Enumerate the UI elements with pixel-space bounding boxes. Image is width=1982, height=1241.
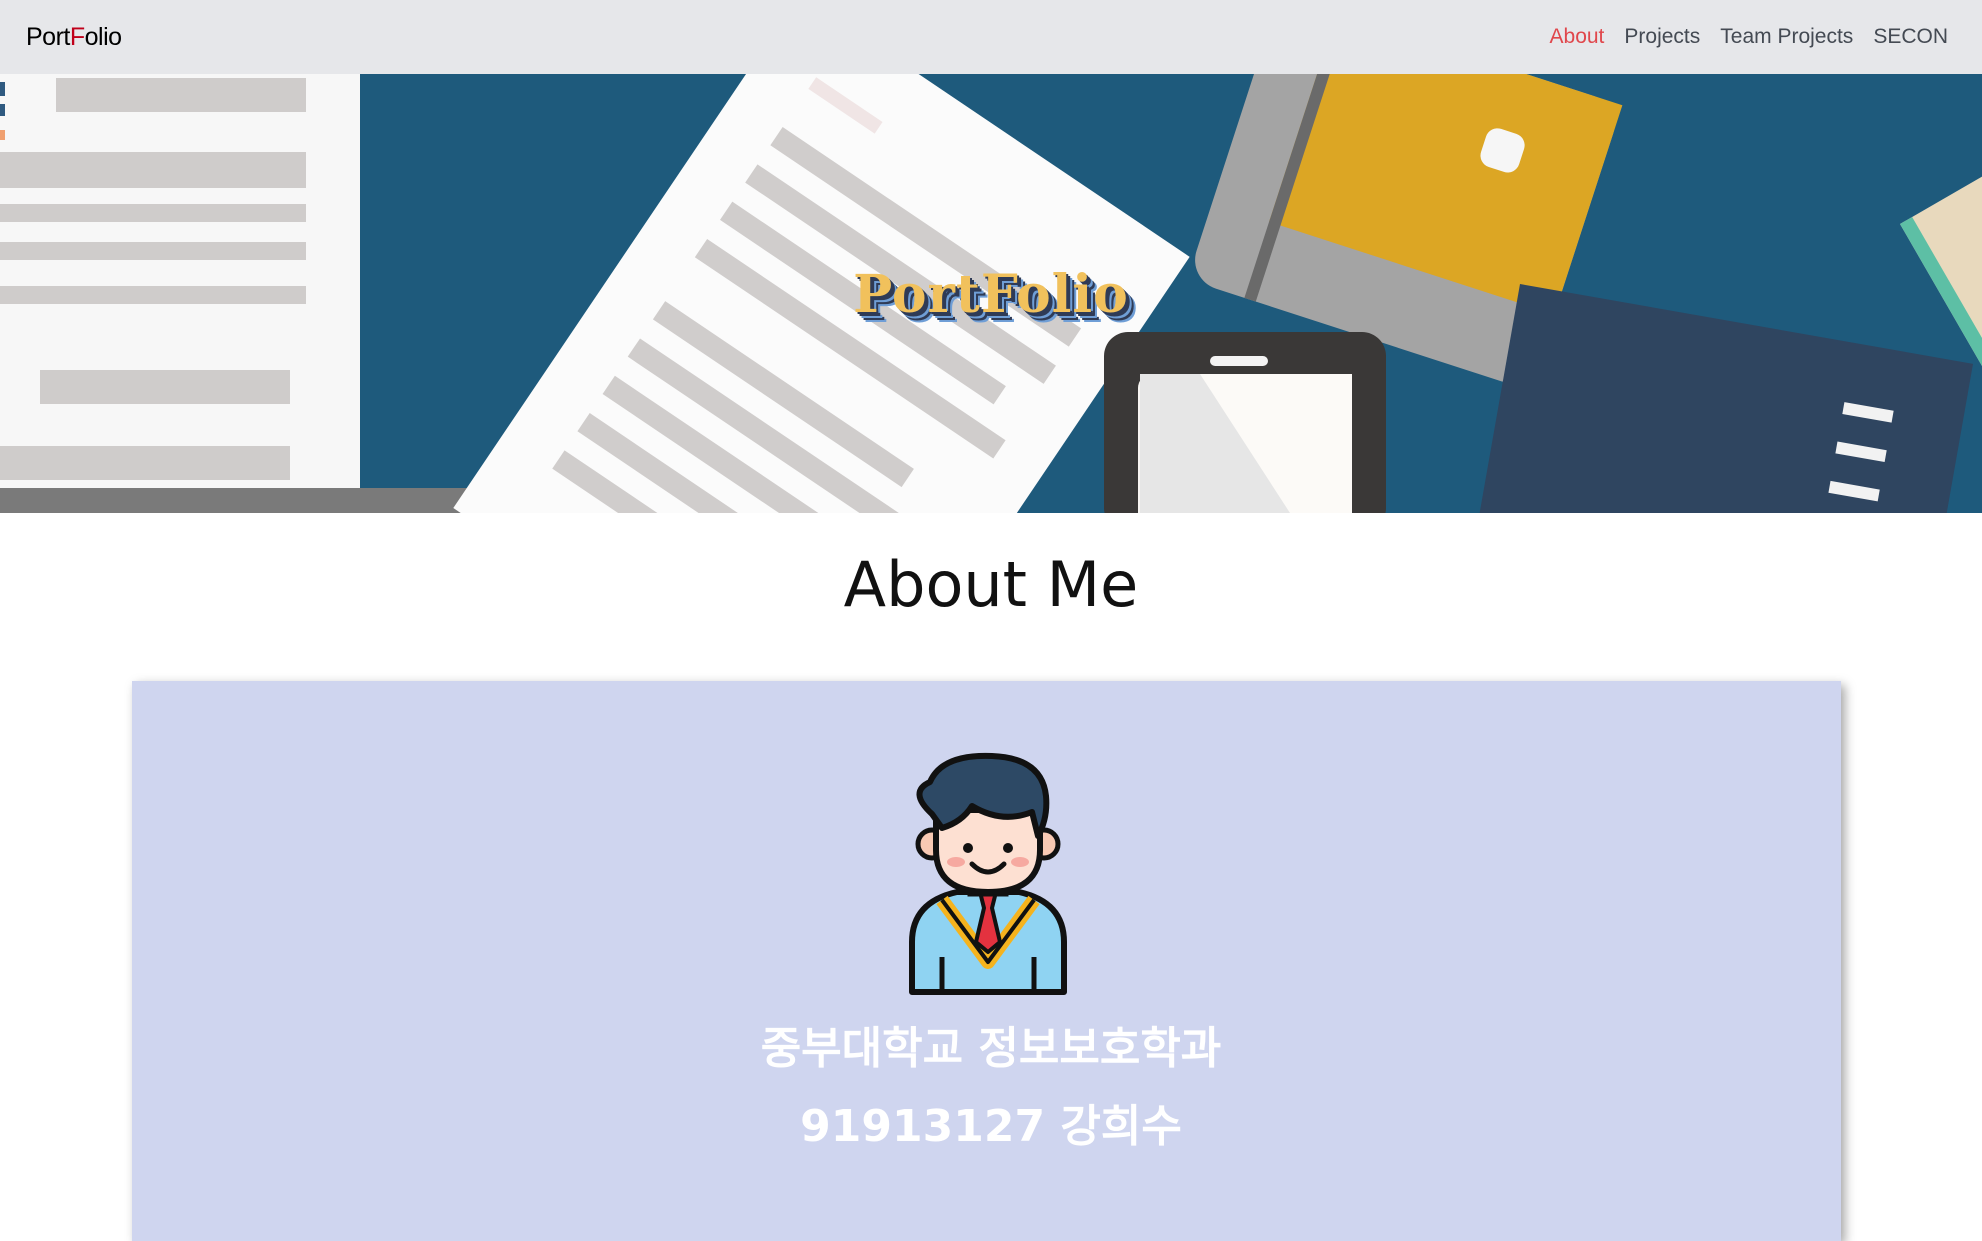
navbar: PortFolio About Projects Team Projects S… — [0, 0, 1982, 74]
about-heading: About Me — [843, 548, 1139, 621]
nav-link-projects[interactable]: Projects — [1624, 25, 1700, 49]
hero-banner: PortFolio — [0, 74, 1982, 513]
about-school-department: 중부대학교 정보보호학과 — [760, 1023, 1222, 1074]
nav-link-team-projects[interactable]: Team Projects — [1720, 25, 1853, 49]
nav-link-secon[interactable]: SECON — [1873, 25, 1948, 49]
hero-title: PortFolio — [853, 264, 1129, 325]
brand-part-1: Port — [26, 22, 70, 51]
about-student-id-name: 91913127 강희수 — [800, 1101, 1182, 1152]
brand-logo[interactable]: PortFolio — [26, 23, 122, 52]
brand-part-3: olio — [84, 22, 122, 51]
nav-links: About Projects Team Projects SECON — [1550, 25, 1948, 49]
student-avatar-icon — [909, 752, 1067, 995]
brand-part-2: F — [69, 22, 85, 51]
nav-link-about[interactable]: About — [1550, 25, 1605, 49]
